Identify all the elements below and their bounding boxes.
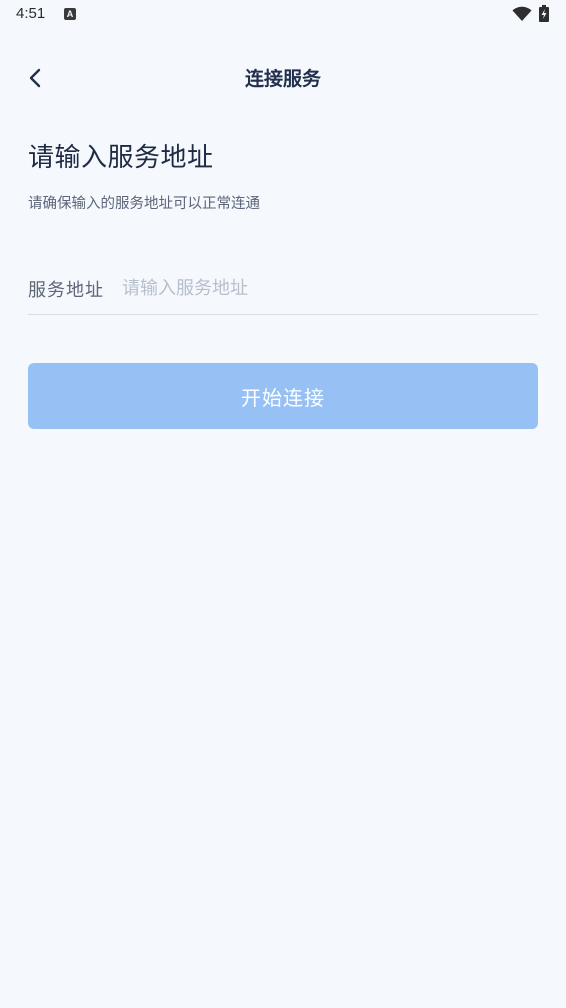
service-address-field: 服务地址: [28, 266, 538, 315]
accessibility-notification-icon: A: [64, 8, 76, 20]
navigation-bar: 连接服务: [0, 50, 566, 106]
wifi-icon: [512, 6, 532, 22]
page-subtitle: 请确保输入的服务地址可以正常连通: [28, 196, 260, 212]
start-connect-button[interactable]: 开始连接: [28, 363, 538, 429]
page-title: 连接服务: [244, 68, 321, 90]
service-address-label: 服务地址: [28, 280, 104, 301]
battery-charging-icon: [539, 5, 549, 22]
service-address-input[interactable]: [122, 270, 532, 306]
status-time: 4:51: [16, 5, 46, 22]
page-heading: 请输入服务地址: [28, 143, 214, 173]
status-bar: 4:51 A: [0, 0, 566, 30]
